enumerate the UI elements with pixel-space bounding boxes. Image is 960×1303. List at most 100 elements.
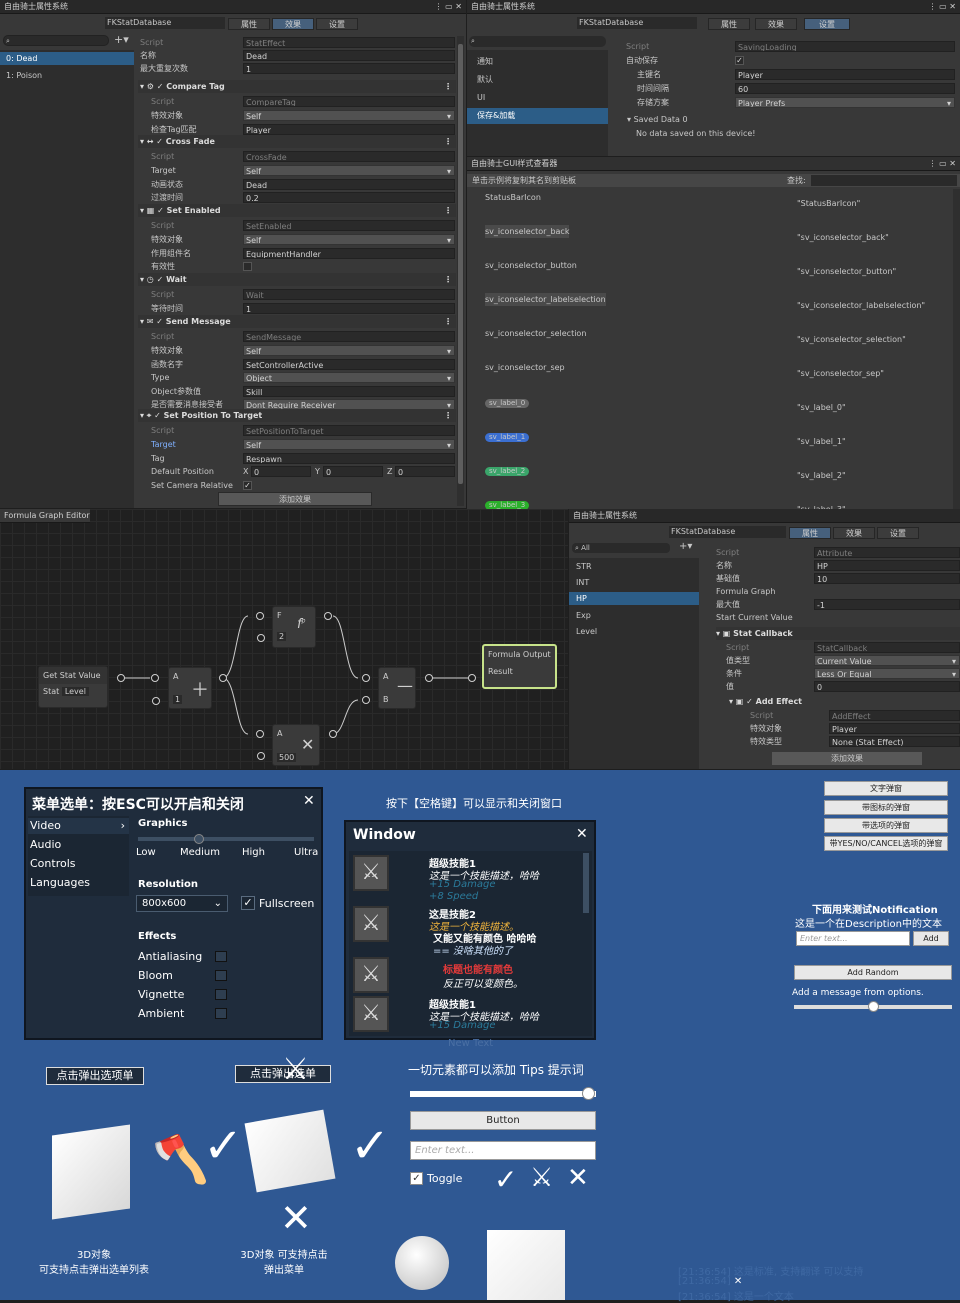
toggle-checkbox[interactable]: ✓: [410, 1172, 423, 1185]
more-icon[interactable]: ⋮: [444, 273, 452, 286]
formula-output-node[interactable]: Formula Output Result: [482, 644, 557, 689]
field-value[interactable]: Respawn: [243, 452, 455, 464]
notification-input[interactable]: Enter text...: [796, 931, 910, 946]
style-sample[interactable]: sv_iconselector_labelselection: [485, 293, 606, 306]
search-input[interactable]: ⌕ All: [572, 543, 670, 553]
sphere-3d-icon[interactable]: [395, 1236, 449, 1290]
style-sample[interactable]: StatusBarIcon: [485, 191, 541, 204]
input-port[interactable]: [362, 674, 370, 682]
more-icon[interactable]: ⋮: [444, 409, 452, 422]
stat-callback-header[interactable]: ▾ ▣ Stat Callback: [716, 627, 960, 640]
add-notification-button[interactable]: Add: [913, 931, 949, 946]
cube-3d-icon[interactable]: [244, 1109, 336, 1193]
name-field[interactable]: HP: [814, 560, 960, 571]
menu-item-audio[interactable]: Audio: [28, 837, 61, 853]
output-port[interactable]: [324, 612, 332, 620]
tab-settings[interactable]: 设置: [316, 18, 358, 30]
field-value[interactable]: Object: [243, 372, 455, 383]
popup-option-button[interactable]: 点击弹出选项单: [46, 1067, 144, 1085]
power-node[interactable]: F fp 2: [272, 606, 316, 648]
output-port[interactable]: [117, 674, 125, 682]
effect-block-header[interactable]: ▾ ▦ ✓ Set Enabled ⋮: [138, 204, 456, 217]
get-stat-node[interactable]: Get Stat Value Stat Level: [38, 666, 108, 708]
input-port[interactable]: [257, 634, 265, 642]
more-icon[interactable]: ⋮: [444, 80, 452, 93]
field-value[interactable]: Self: [243, 345, 455, 356]
list-item-level[interactable]: Level: [569, 625, 699, 638]
list-item-str[interactable]: STR: [569, 560, 699, 573]
list-item-default[interactable]: 默认: [467, 73, 608, 86]
vector-field[interactable]: 0: [251, 466, 311, 477]
cube-3d-icon[interactable]: [52, 1124, 130, 1220]
value-field[interactable]: 0: [814, 681, 960, 692]
target-field[interactable]: Player: [829, 723, 960, 734]
effect-block-header[interactable]: ▾ ⚙ ✓ Compare Tag ⋮: [138, 80, 456, 93]
effect-block-header[interactable]: ▾ ◷ ✓ Wait ⋮: [138, 273, 456, 286]
add-node[interactable]: A ＋ 1: [168, 667, 212, 709]
scrollbar[interactable]: [457, 36, 464, 506]
style-sample[interactable]: sv_label_1: [485, 433, 530, 442]
add-item-icon[interactable]: +▾: [114, 33, 129, 46]
tab-effects[interactable]: 效果: [755, 18, 797, 30]
add-effect-button[interactable]: 添加效果: [772, 752, 922, 765]
input-port[interactable]: [257, 752, 265, 760]
stat-field[interactable]: Level: [61, 687, 89, 696]
tab-settings[interactable]: 设置: [877, 527, 919, 539]
tab-effects[interactable]: 效果: [833, 527, 875, 539]
scrollbar[interactable]: [953, 189, 960, 509]
vector-field[interactable]: 0: [323, 466, 383, 477]
style-sample[interactable]: sv_iconselector_sep: [485, 361, 565, 374]
add-effect-button[interactable]: 添加效果: [218, 492, 372, 506]
list-item-notify[interactable]: 通知: [467, 55, 608, 68]
tab-effects[interactable]: 效果: [272, 18, 314, 30]
add-random-button[interactable]: Add Random: [794, 965, 952, 980]
max-repeat-field[interactable]: 1: [243, 63, 455, 74]
list-item-int[interactable]: INT: [569, 576, 699, 589]
cube-3d-icon[interactable]: [487, 1230, 565, 1300]
value-field[interactable]: 500: [277, 753, 297, 762]
value-field[interactable]: 2: [277, 632, 287, 641]
base-field[interactable]: 10: [814, 573, 960, 584]
style-sample[interactable]: sv_iconselector_selection: [485, 327, 586, 340]
slider-handle[interactable]: [582, 1087, 595, 1100]
menu-item-languages[interactable]: Languages: [28, 875, 90, 891]
max-field[interactable]: -1: [814, 599, 960, 610]
window-controls-icon[interactable]: ⋮ ▭ ✕: [929, 157, 956, 171]
value-type-dropdown[interactable]: Current Value: [814, 655, 960, 666]
axe-icon[interactable]: 🪓: [152, 1132, 209, 1187]
field-value[interactable]: Player: [243, 123, 455, 135]
field-checkbox[interactable]: ✓: [243, 480, 252, 490]
list-item-hp[interactable]: HP: [569, 592, 699, 605]
field-value[interactable]: Self: [243, 165, 455, 176]
quality-slider[interactable]: [138, 834, 314, 844]
resolution-dropdown[interactable]: 800x600 ⌄: [136, 895, 228, 912]
add-item-icon[interactable]: +▾: [679, 541, 692, 552]
text-popup-button[interactable]: 文字弹窗: [824, 781, 948, 796]
style-sample[interactable]: sv_iconselector_back: [485, 225, 570, 238]
tab-attributes[interactable]: 属性: [228, 18, 270, 30]
list-item-dead[interactable]: 0: Dead: [0, 52, 134, 65]
menu-item-controls[interactable]: Controls: [28, 856, 76, 872]
icon-popup-button[interactable]: 带图标的弹窗: [824, 800, 948, 815]
close-icon[interactable]: ✕: [576, 826, 588, 842]
field-checkbox[interactable]: [243, 262, 252, 271]
storage-dropdown[interactable]: Player Prefs: [735, 97, 955, 108]
close-icon[interactable]: ✕: [303, 793, 315, 809]
list-item-poison[interactable]: 1: Poison: [0, 69, 134, 82]
ambient-toggle[interactable]: [215, 1008, 227, 1019]
tips-slider[interactable]: [410, 1087, 596, 1100]
effect-block-header[interactable]: ▾ ↔ ✓ Cross Fade ⋮: [138, 135, 456, 148]
autosave-checkbox[interactable]: ✓: [735, 56, 744, 65]
multiply-node[interactable]: A ✕ 500: [272, 724, 320, 766]
input-port[interactable]: [151, 674, 159, 682]
fullscreen-toggle[interactable]: ✓: [241, 896, 255, 910]
input-port[interactable]: [256, 730, 264, 738]
list-item-ui[interactable]: UI: [467, 91, 608, 104]
list-item-saveload[interactable]: 保存&加载: [467, 108, 608, 124]
add-effect-header[interactable]: ▾ ▣ ✓ Add Effect: [729, 695, 960, 708]
field-value[interactable]: Self: [243, 234, 455, 245]
slider-handle[interactable]: [868, 1001, 879, 1012]
field-value[interactable]: Skill: [243, 385, 455, 397]
effect-type-field[interactable]: None (Stat Effect): [829, 736, 960, 747]
output-port[interactable]: [329, 730, 337, 738]
